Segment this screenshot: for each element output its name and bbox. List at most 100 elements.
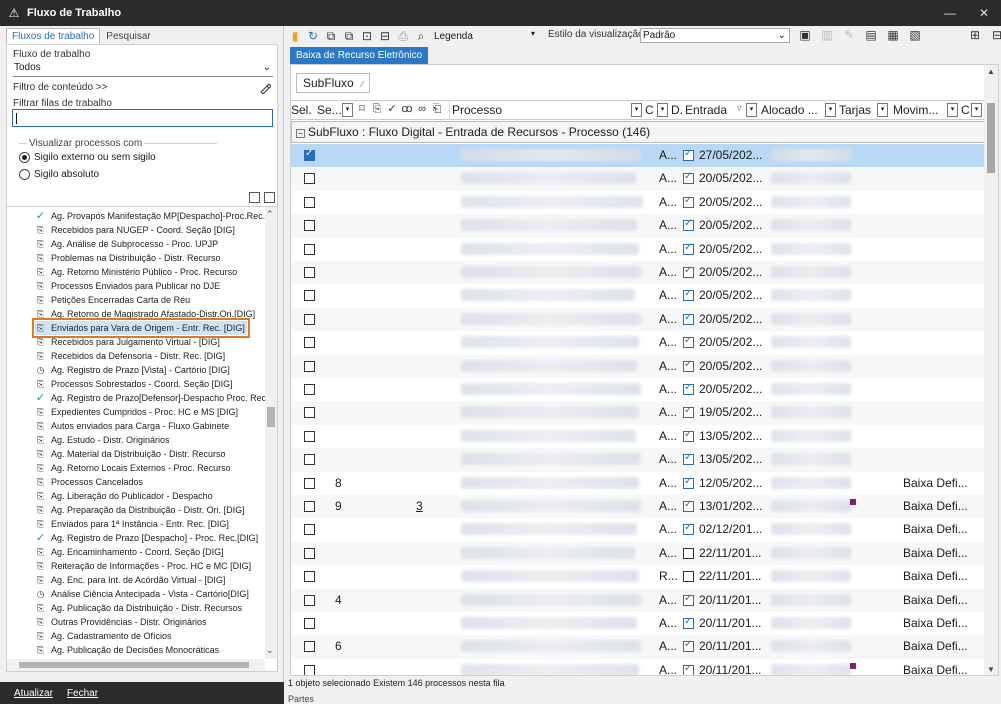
col-c2-filter-icon[interactable]: ▾: [971, 103, 982, 117]
col-movimento[interactable]: Movim...: [893, 101, 947, 120]
scroll-up-icon[interactable]: ⌃: [266, 209, 274, 220]
col-entrada-filter-icon[interactable]: ▾: [746, 103, 757, 117]
row-select-checkbox[interactable]: [304, 360, 315, 372]
link-icon[interactable]: ∞: [415, 102, 429, 116]
table-row[interactable]: A... 02/12/201... Baixa Defi...: [291, 518, 986, 541]
tree-scroll-thumb[interactable]: [267, 407, 275, 427]
tree-item[interactable]: ⎘ Ag. Encaminhamento - Coord. Seção [DIG]: [35, 545, 224, 559]
bookmark-icon[interactable]: ⌑: [355, 102, 369, 116]
workflow-select[interactable]: Todos ⌄: [13, 61, 273, 77]
col-alocado[interactable]: Alocado ...: [761, 101, 825, 120]
row-select-checkbox[interactable]: [304, 337, 315, 349]
tree-item[interactable]: ⎘ Ag. Retorno de Magistrado Afastado-Dist…: [35, 307, 255, 321]
row-select-checkbox[interactable]: [304, 384, 315, 395]
reference-link[interactable]: 3: [416, 499, 423, 513]
row-select-checkbox[interactable]: [304, 290, 315, 302]
tree-item[interactable]: ⎘ Processos Enviados para Publicar no DJE: [35, 279, 220, 293]
report-icon[interactable]: ▦: [886, 28, 900, 42]
tree-item[interactable]: ⎘ Enviados para Vara de Origem - Entr. Re…: [32, 318, 250, 338]
row-select-checkbox[interactable]: [304, 267, 315, 278]
expand-tree-icon[interactable]: [249, 192, 260, 203]
table-row[interactable]: 6 A... 20/11/201... Baixa Defi...: [291, 635, 986, 659]
export-icon[interactable]: ▤: [864, 28, 878, 42]
col-alocado-filter-icon[interactable]: ▾: [825, 103, 836, 117]
row-select-checkbox[interactable]: [304, 477, 315, 489]
col-c-filter-icon[interactable]: ▾: [657, 103, 668, 117]
delete-icon[interactable]: ▥: [820, 28, 834, 42]
tree-hscroll-thumb[interactable]: [19, 662, 249, 668]
col-c[interactable]: C: [645, 101, 655, 120]
print-icon[interactable]: ⎙: [396, 29, 410, 43]
row-select-checkbox[interactable]: [304, 313, 315, 325]
table-row[interactable]: R... 22/11/201... Baixa Defi...: [291, 565, 986, 588]
col-tarjas-filter-icon[interactable]: ▾: [877, 103, 888, 117]
collapse-tree-icon[interactable]: [264, 192, 275, 203]
col-seq[interactable]: Se...: [317, 101, 341, 120]
tree-item[interactable]: ⎘ Autos enviados para Carga - Fluxo Gabin…: [35, 419, 229, 433]
minimize-button[interactable]: —: [933, 0, 967, 26]
tab-pesquisar[interactable]: Pesquisar: [100, 28, 156, 44]
row-select-checkbox[interactable]: [304, 618, 315, 629]
table-row[interactable]: A... 20/05/202...: [291, 378, 986, 401]
group-row[interactable]: − SubFluxo : Fluxo Digital - Entrada de R…: [291, 121, 986, 143]
tree-item[interactable]: ⎘ Ag. Estudo - Distr. Originários: [35, 433, 170, 447]
save-copy-icon[interactable]: ⊟: [378, 29, 392, 43]
queue-filter-input[interactable]: [12, 109, 273, 127]
col-tarjas[interactable]: Tarjas: [839, 101, 875, 120]
close-panel-button[interactable]: Fechar: [67, 688, 98, 699]
table-row[interactable]: A... 27/05/202...: [291, 144, 986, 168]
tree-item[interactable]: ⎘ Ag. Liberação do Publicador - Despacho: [35, 489, 213, 503]
layout-icon[interactable]: ▧: [908, 28, 922, 42]
tree-item[interactable]: ✓ Ag. Provapós Manifestação MP[Despacho]-…: [35, 209, 265, 223]
paste-icon[interactable]: ⧉: [342, 29, 356, 43]
table-row[interactable]: A... 20/05/202...: [291, 284, 986, 307]
tree-item[interactable]: ⎘ Ag. Publicação de Decisões Monocráticas: [35, 643, 219, 657]
table-row[interactable]: A... 20/05/202...: [291, 167, 986, 191]
row-select-checkbox[interactable]: [304, 454, 315, 466]
tree-item[interactable]: ⎘ Ag. Preparação da Distribuição - Distr.…: [35, 503, 245, 517]
col-movimento-filter-icon[interactable]: ▾: [947, 103, 958, 117]
legend-caret-icon[interactable]: ▾: [531, 29, 535, 38]
table-row[interactable]: A... 20/05/202...: [291, 354, 986, 378]
tree-item[interactable]: ⎘ Recebidos para Julgamento Virtual - [DI…: [35, 335, 220, 349]
tree-item[interactable]: ⎘ Ag. Retorno Ministério Público - Proc. …: [35, 265, 237, 279]
grid-vertical-scrollbar[interactable]: ▲ ▼: [984, 65, 998, 675]
tree-item[interactable]: ⎘ Outras Providências - Distr. Originário…: [35, 615, 207, 629]
tree-item[interactable]: ⎘ Reiteração de Informações - Proc. HC e …: [35, 559, 251, 573]
refresh-icon[interactable]: ↻: [306, 29, 320, 43]
scroll-down-icon[interactable]: ▼: [987, 665, 995, 674]
row-select-checkbox[interactable]: [304, 641, 315, 653]
collapse-group-icon[interactable]: −: [296, 129, 305, 138]
subfluxo-group-chip[interactable]: SubFluxo ⁄: [296, 73, 371, 93]
tree-vertical-scrollbar[interactable]: ⌃ ⌄: [265, 207, 277, 659]
tree-item[interactable]: ✓ Ag. Registro de Prazo [Despacho] - Proc…: [35, 531, 258, 545]
row-select-checkbox[interactable]: [304, 501, 315, 512]
list-view-icon[interactable]: ⊟: [990, 28, 1001, 42]
tree-item[interactable]: ⎘ Processos Cancelados: [35, 475, 143, 489]
table-row[interactable]: A... 13/05/202...: [291, 425, 986, 448]
lock-icon[interactable]: ⊡: [360, 29, 374, 43]
row-select-checkbox[interactable]: [304, 664, 315, 675]
row-select-checkbox[interactable]: [304, 196, 315, 208]
row-select-checkbox[interactable]: [304, 148, 315, 161]
tree-horizontal-scrollbar[interactable]: [7, 659, 265, 671]
col-processo-filter-icon[interactable]: ▾: [631, 103, 642, 117]
row-select-checkbox[interactable]: [304, 594, 315, 606]
tree-item[interactable]: ⎘ Petições Encerradas Carta de Réu: [35, 293, 190, 307]
table-row[interactable]: A... 20/05/202...: [291, 331, 986, 354]
col-entrada[interactable]: Entrada: [685, 101, 743, 120]
tree-item[interactable]: ⎘ Processos Sobrestados - Coord. Seção [D…: [35, 377, 233, 391]
table-row[interactable]: A... 22/11/201... Baixa Defi...: [291, 541, 986, 566]
grid-scroll-thumb[interactable]: [987, 103, 995, 173]
tree-item[interactable]: ◷ Ag. Registro de Prazo [Vista] - Cartóri…: [35, 363, 230, 377]
tree-item[interactable]: ⎘ Recebidos para NUGEP - Coord. Seção [DI…: [35, 223, 235, 237]
col-c2[interactable]: C: [961, 101, 971, 120]
table-row[interactable]: A... 20/05/202...: [291, 238, 986, 261]
scroll-up-icon[interactable]: ▲: [987, 67, 995, 76]
tree-item[interactable]: ⎘ Expedientes Cumpridos - Proc. HC e MS […: [35, 405, 238, 419]
check-column-icon[interactable]: ✓: [385, 102, 399, 116]
tree-item[interactable]: ⎘ Ag. Material da Distribuição - Distr. R…: [35, 447, 226, 461]
save-icon[interactable]: ▣: [798, 28, 812, 42]
attachment-icon[interactable]: ⎗: [430, 102, 444, 116]
edit-icon[interactable]: ✎: [842, 28, 856, 42]
